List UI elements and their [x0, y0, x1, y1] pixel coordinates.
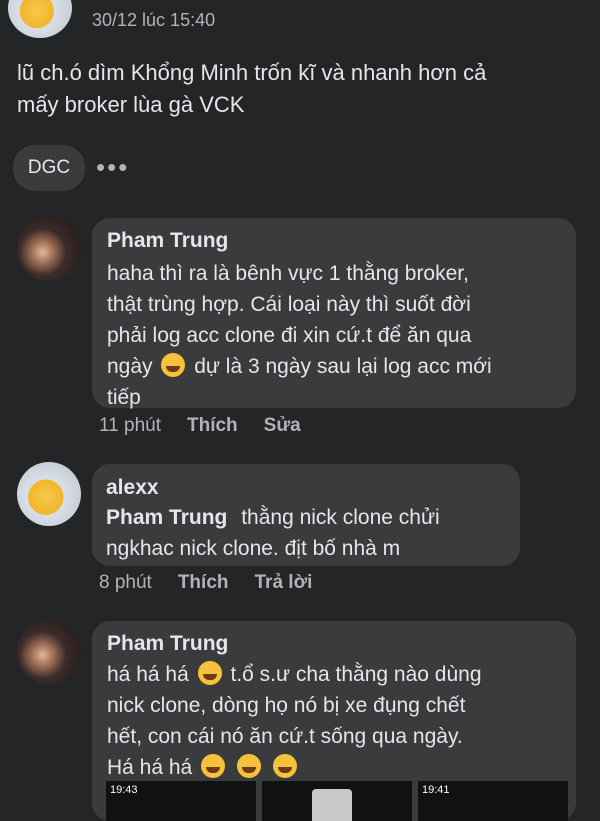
post-text: lũ ch.ó dìm Khổng Minh trốn kĩ và nhanh …: [17, 57, 592, 121]
comment-time: 8 phút: [99, 572, 152, 593]
comment-time: 11 phút: [99, 415, 161, 436]
comment-text-fragment: dự là 3 ngày sau lại log acc mới: [194, 355, 492, 378]
comment-author-name[interactable]: alexx: [106, 476, 159, 500]
comment-text-line: nick clone, dòng họ nó bị xe đụng chết: [107, 694, 466, 717]
more-dots-icon[interactable]: •••: [96, 152, 129, 183]
comment-text: haha thì ra là bênh vực 1 thằng broker, …: [107, 258, 573, 413]
post-author-avatar[interactable]: [8, 0, 72, 38]
mentioned-user[interactable]: Pham Trung: [106, 506, 227, 529]
comment-text-line: tiếp: [107, 386, 141, 409]
comment-author-name[interactable]: Pham Trung: [107, 632, 228, 656]
comment-text: há há há t.ổ s.ư cha thằng nào dùng nick…: [107, 659, 573, 783]
preview-status-time: 19:41: [422, 784, 450, 796]
preview-status-time: 19:43: [110, 784, 138, 796]
comment-text: Pham Trung thằng nick clone chửi ngkhac …: [106, 502, 516, 564]
comment-text-line: ngày dự là 3 ngày sau lại log acc mới: [107, 351, 573, 382]
edit-button[interactable]: Sửa: [264, 415, 301, 437]
like-button[interactable]: Thích: [178, 572, 229, 594]
comment-text-fragment: thằng nick clone chửi: [241, 506, 440, 529]
comment-text-line: haha thì ra là bênh vực 1 thằng broker,: [107, 262, 469, 285]
rofl-emoji-icon: [197, 661, 222, 685]
post-text-line: lũ ch.ó dìm Khổng Minh trốn kĩ và nhanh …: [17, 60, 487, 85]
comment-text-fragment: há há há: [107, 663, 189, 686]
comment-text-fragment: Há há há: [107, 756, 193, 779]
rofl-emoji-icon: [236, 754, 261, 778]
comment-text-line: Pham Trung thằng nick clone chửi: [106, 502, 516, 533]
post-text-line: mấy broker lùa gà VCK: [17, 92, 245, 117]
comment-text-line: thật trùng hợp. Cái loại này thì suốt đờ…: [107, 293, 471, 316]
comment-author-name[interactable]: Pham Trung: [107, 229, 228, 253]
commenter-avatar[interactable]: [17, 462, 81, 526]
comment-bubble: alexx Pham Trung thằng nick clone chửi n…: [92, 464, 520, 566]
rofl-emoji-icon: [272, 754, 297, 778]
comment-meta: 8 phút Thích Trả lời: [99, 572, 312, 594]
reply-button[interactable]: Trả lời: [255, 572, 313, 594]
stock-tag-dgc[interactable]: DGC: [13, 145, 85, 191]
comment-bubble: Pham Trung há há há t.ổ s.ư cha thằng nà…: [92, 621, 576, 821]
comment-text-fragment: t.ổ s.ư cha thằng nào dùng: [230, 663, 482, 686]
comment-text-fragment: ngày: [107, 355, 153, 378]
attached-image-preview[interactable]: [262, 781, 412, 821]
preview-thumbnail: [312, 789, 352, 821]
comment-text-line: Há há há: [107, 752, 573, 783]
like-button[interactable]: Thích: [187, 415, 238, 437]
rofl-emoji-icon: [161, 353, 186, 377]
comment-text-line: ngkhac nick clone. địt bố nhà m: [106, 537, 401, 560]
attached-image-preview[interactable]: 19:41: [418, 781, 568, 821]
rofl-emoji-icon: [201, 754, 226, 778]
commenter-avatar[interactable]: [17, 217, 81, 281]
comment-meta: 11 phút Thích Sửa: [99, 415, 301, 437]
comment-text-line: há há há t.ổ s.ư cha thằng nào dùng: [107, 659, 573, 690]
comment-text-line: hết, con cái nó ăn cứ.t sống qua ngày.: [107, 725, 463, 748]
post-timestamp: 30/12 lúc 15:40: [92, 10, 216, 30]
comment-text-line: phải log acc clone đi xin cứ.t để ăn qua: [107, 324, 472, 347]
comment-bubble: Pham Trung haha thì ra là bênh vực 1 thằ…: [92, 218, 576, 409]
attached-image-preview[interactable]: 19:43: [106, 781, 256, 821]
commenter-avatar[interactable]: [17, 620, 81, 684]
